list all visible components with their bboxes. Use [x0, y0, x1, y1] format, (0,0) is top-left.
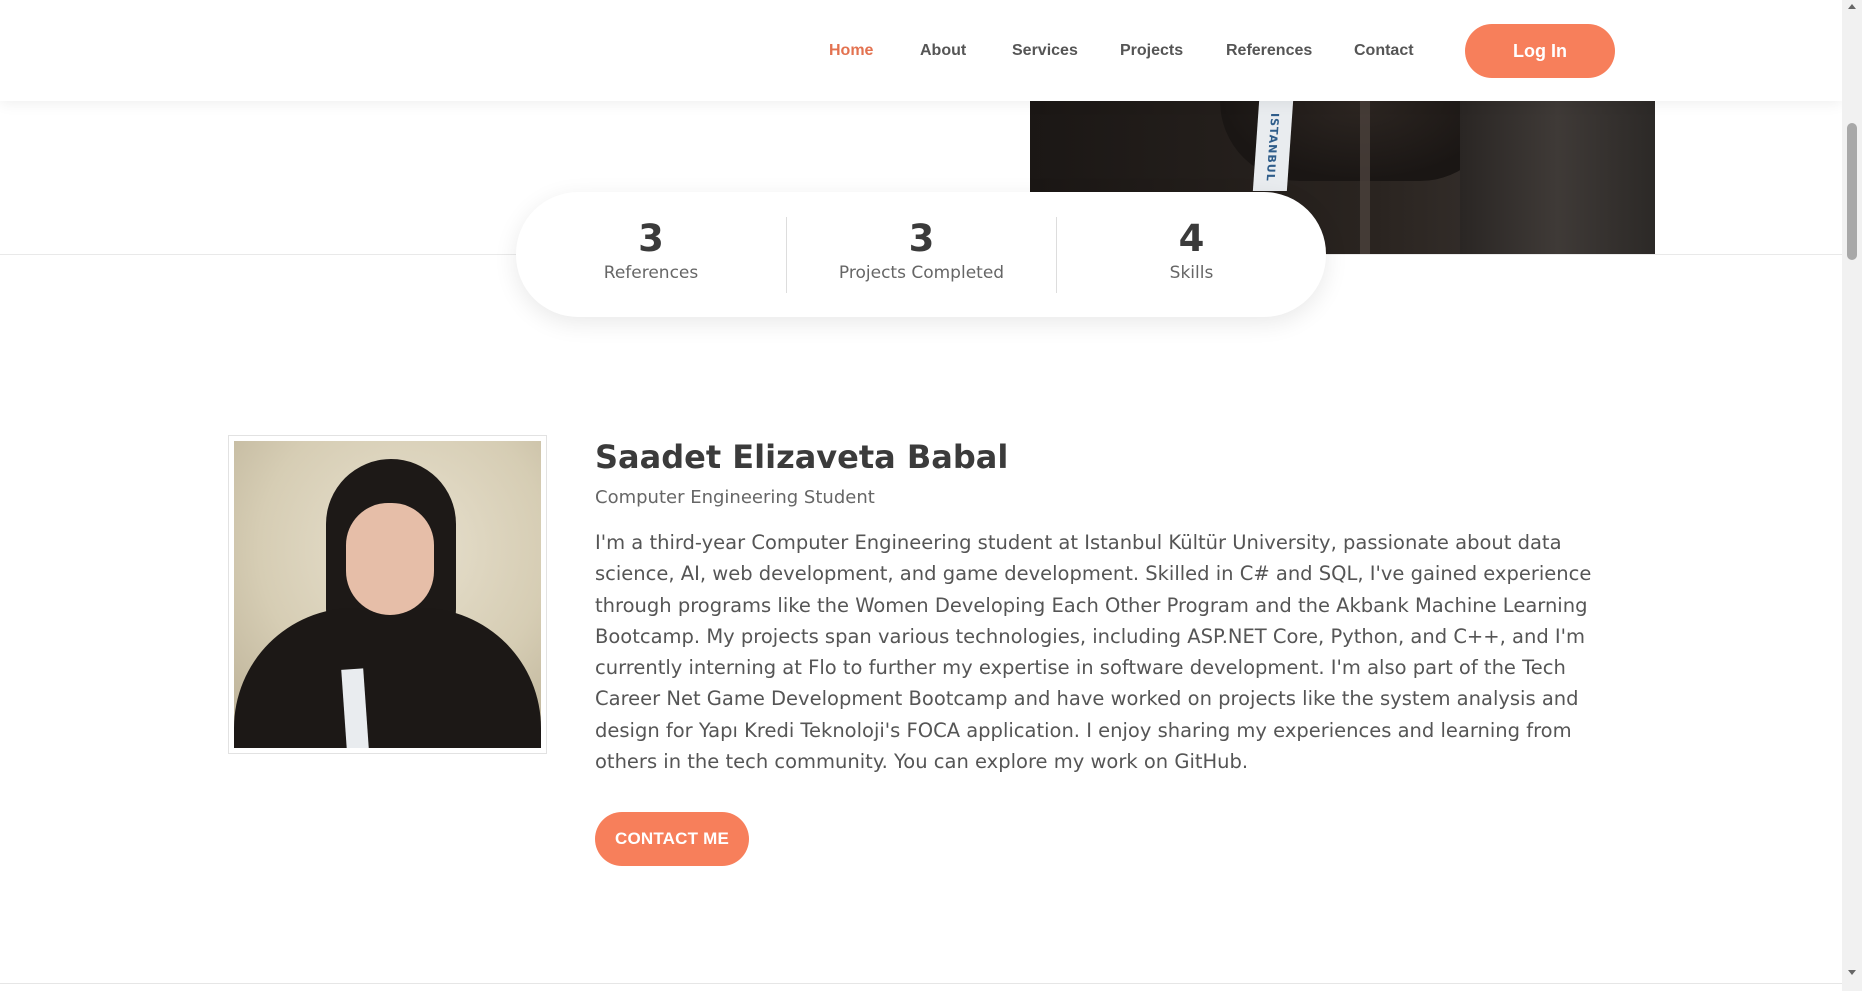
stat-label: Projects Completed [838, 262, 1005, 283]
hero-photo-strap [1360, 101, 1370, 254]
page: Home About Services Projects References … [0, 0, 1862, 991]
profile-bio: I'm a third-year Computer Engineering st… [595, 531, 1592, 774]
nav-projects-link[interactable]: Projects [1120, 42, 1183, 60]
stat-value: 3 [638, 216, 664, 260]
nav-contact-link[interactable]: Contact [1354, 42, 1414, 60]
profile-photo-body [234, 608, 541, 748]
profile-name: Saadet Elizaveta Babal [595, 438, 1009, 476]
stats-bar: 3 References 3 Projects Completed 4 Skil… [516, 192, 1326, 317]
nav-home-link[interactable]: Home [829, 42, 873, 60]
bottom-divider [0, 983, 1842, 984]
stat-skills: 4 Skills [1056, 216, 1326, 293]
scroll-thumb[interactable] [1847, 123, 1857, 260]
stat-references: 3 References [516, 217, 786, 293]
stat-value: 3 [908, 216, 935, 260]
hero-photo-lanyard: ISTANBUL [1252, 101, 1294, 191]
site-header: Home About Services Projects References … [0, 0, 1842, 101]
scroll-up-arrow-icon[interactable] [1848, 4, 1856, 9]
stat-label: Skills [1169, 262, 1214, 283]
contact-me-button[interactable]: CONTACT ME [595, 812, 749, 866]
nav-about-link[interactable]: About [920, 42, 966, 60]
stat-label: References [603, 262, 699, 283]
lanyard-text: ISTANBUL [1263, 113, 1282, 182]
nav-services-link[interactable]: Services [1012, 42, 1078, 60]
nav-references-link[interactable]: References [1226, 42, 1312, 60]
profile-subtitle: Computer Engineering Student [595, 487, 875, 508]
profile-photo-face [346, 503, 434, 615]
hero-photo-coat [1460, 101, 1655, 254]
scroll-down-arrow-icon[interactable] [1848, 970, 1856, 975]
stat-value: 4 [1178, 216, 1205, 260]
login-button[interactable]: Log In [1465, 24, 1615, 78]
profile-photo [234, 441, 541, 748]
stat-projects-completed: 3 Projects Completed [786, 216, 1056, 293]
profile-photo-frame [228, 435, 547, 754]
page-scrollbar[interactable] [1842, 0, 1862, 991]
